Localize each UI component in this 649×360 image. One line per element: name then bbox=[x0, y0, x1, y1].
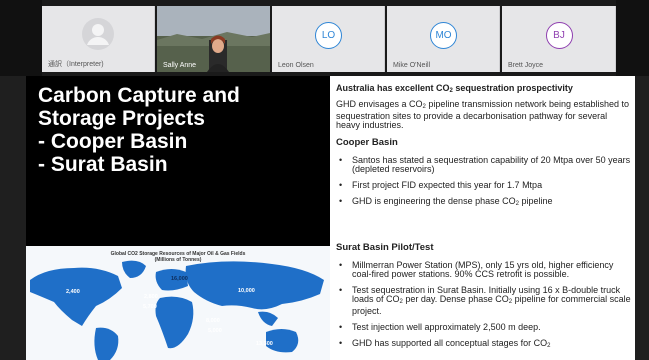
participant-name: Leon Olsen bbox=[278, 62, 314, 69]
intro-paragraph: GHD envisages a CO2 pipeline transmissio… bbox=[336, 99, 630, 130]
participant-name: Brett Joyce bbox=[508, 62, 544, 69]
world-map-graphic bbox=[26, 246, 330, 360]
cooper-section: Australia has excellent CO2 sequestratio… bbox=[336, 82, 632, 209]
bullet-item: Millmerran Power Station (MPS), only 15 … bbox=[336, 261, 632, 279]
participant-strip: 通訳（Interpreter) Sally Anne LO Leon Olsen… bbox=[0, 0, 649, 76]
map-value: 13,300 bbox=[256, 341, 273, 347]
surat-bullets: Millmerran Power Station (MPS), only 15 … bbox=[336, 261, 632, 351]
map-value: 16,000 bbox=[171, 276, 188, 282]
strip-edge-right bbox=[616, 0, 649, 76]
cooper-heading: Cooper Basin bbox=[336, 137, 398, 148]
participant-name: Sally Anne bbox=[163, 62, 197, 69]
bullet-item: GHD is engineering the dense phase CO2 p… bbox=[336, 197, 632, 209]
slide-heading: Australia has excellent CO2 sequestratio… bbox=[336, 83, 573, 94]
bullet-item: Test injection well approximately 2,500 … bbox=[336, 323, 632, 333]
participant-tile-sally[interactable]: Sally Anne bbox=[157, 6, 270, 72]
world-map: Global CO2 Storage Resources of Major Oi… bbox=[26, 246, 330, 360]
bullet-item: Test sequestration in Surat Basin. Initi… bbox=[336, 286, 632, 316]
initials-avatar: BJ bbox=[545, 22, 573, 49]
cooper-bullets: Santos has stated a sequestration capabi… bbox=[336, 156, 632, 209]
slide-title: Carbon Capture and Storage Projects - Co… bbox=[38, 84, 240, 176]
strip-edge-left bbox=[0, 0, 42, 76]
map-title: Global CO2 Storage Resources of Major Oi… bbox=[110, 251, 246, 263]
shared-slide: Carbon Capture and Storage Projects - Co… bbox=[26, 76, 635, 360]
bullet-item: GHD has supported all conceptual stages … bbox=[336, 339, 632, 351]
map-value: 2,800 bbox=[144, 294, 158, 300]
initials-avatar: MO bbox=[430, 22, 457, 49]
map-value: 8,000 bbox=[206, 318, 220, 324]
participant-name: Mike O'Neill bbox=[393, 62, 431, 69]
bullet-item: First project FID expected this year for… bbox=[336, 181, 632, 191]
map-value: 5,000 bbox=[208, 328, 222, 334]
surat-section: Millmerran Power Station (MPS), only 15 … bbox=[336, 254, 632, 351]
participant-tile-mike[interactable]: MO Mike O'Neill bbox=[387, 6, 500, 72]
title-panel: Carbon Capture and Storage Projects - Co… bbox=[26, 76, 330, 246]
surat-heading: Surat Basin Pilot/Test bbox=[336, 242, 434, 253]
participant-tile-interpreter[interactable]: 通訳（Interpreter) bbox=[42, 6, 155, 72]
participant-tile-leon[interactable]: LO Leon Olsen bbox=[272, 6, 385, 72]
map-value: 5,700 bbox=[143, 304, 157, 310]
user-avatar-icon bbox=[82, 18, 114, 50]
map-value: 2,400 bbox=[66, 289, 80, 295]
participant-name: 通訳（Interpreter) bbox=[48, 61, 104, 68]
bullet-item: Santos has stated a sequestration capabi… bbox=[336, 156, 632, 174]
map-value: 10,000 bbox=[238, 288, 255, 294]
initials-avatar: LO bbox=[315, 22, 342, 49]
participant-tile-brett[interactable]: BJ Brett Joyce bbox=[502, 6, 616, 72]
